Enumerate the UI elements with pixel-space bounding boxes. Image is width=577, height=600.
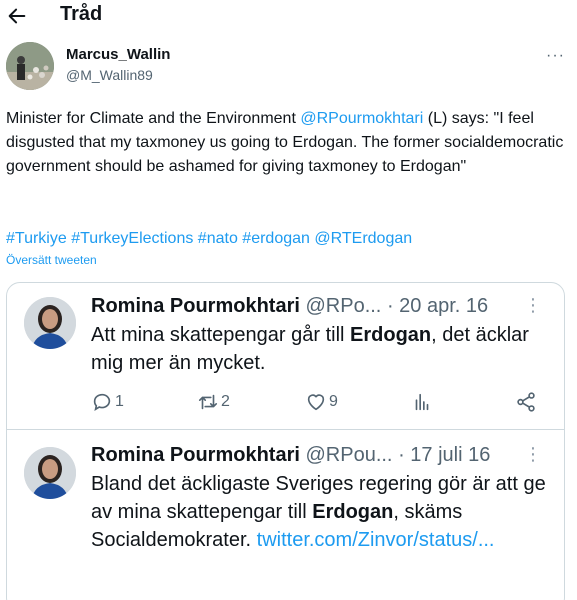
more-options-icon[interactable]: ⋮ (524, 444, 542, 465)
quoted-tweet-header: Romina Pourmokhtari @RPo... · 20 apr. 16 (91, 295, 488, 318)
quoted-tweet-header: Romina Pourmokhtari @RPou... · 17 juli 1… (91, 444, 490, 467)
more-options-icon[interactable]: ⋮ (524, 295, 542, 316)
quoted-tweet-link[interactable]: twitter.com/Zinvor/status/... (257, 529, 495, 551)
hashtag-link[interactable]: #erdogan (242, 230, 310, 247)
reply-count: 1 (115, 393, 124, 410)
quoted-text-bold: Erdogan (350, 324, 432, 346)
avatar[interactable] (6, 42, 54, 90)
reply-icon (93, 393, 111, 412)
quoted-tweets: Romina Pourmokhtari @RPo... · 20 apr. 16… (6, 282, 565, 600)
retweet-count: 2 (221, 393, 230, 410)
hashtag-link[interactable]: #TurkeyElections (71, 230, 193, 247)
hashtag-link[interactable]: #Turkiye (6, 230, 67, 247)
mention-link[interactable]: @RPourmokhtari (300, 110, 423, 127)
retweet-icon (198, 394, 218, 410)
tweet-text: Minister for Climate and the Environment… (6, 107, 572, 179)
tweet-author: Marcus_Wallin @M_Wallin89 ··· (6, 42, 571, 94)
quoted-tweet[interactable]: Romina Pourmokhtari @RPou... · 17 juli 1… (7, 430, 564, 600)
quoted-tweet[interactable]: Romina Pourmokhtari @RPo... · 20 apr. 16… (7, 283, 564, 430)
retweet-button[interactable]: 2 (197, 391, 230, 413)
reply-button[interactable]: 1 (91, 391, 124, 413)
tweet-text-prefix: Minister for Climate and the Environment (6, 110, 301, 127)
tweet-actions: 1 2 9 (91, 391, 541, 415)
author-name[interactable]: Marcus_Wallin (66, 46, 170, 63)
quoted-author-name[interactable]: Romina Pourmokhtari (91, 444, 300, 466)
page-title: Tråd (60, 3, 103, 25)
share-button[interactable] (515, 391, 537, 413)
share-icon (517, 392, 535, 412)
translate-tweet-link[interactable]: Översätt tweeten (6, 253, 97, 267)
author-handle[interactable]: @M_Wallin89 (66, 67, 153, 83)
analytics-icon (415, 393, 429, 411)
hashtag-link[interactable]: #nato (198, 230, 238, 247)
mention-link[interactable]: @RTErdogan (314, 230, 412, 247)
quoted-tweet-text: Bland det äckligaste Sveriges regering g… (91, 470, 551, 554)
avatar[interactable] (24, 447, 76, 499)
hashtag-list: #Turkiye #TurkeyElections #nato #erdogan… (6, 227, 572, 251)
like-count: 9 (329, 393, 338, 410)
avatar[interactable] (24, 297, 76, 349)
quoted-text-part: Att mina skattepengar går till (91, 324, 351, 346)
thread-header: Tråd (0, 0, 577, 34)
arrow-left-icon[interactable] (6, 5, 28, 27)
like-button[interactable]: 9 (305, 391, 338, 413)
quoted-tweet-date[interactable]: · 20 apr. 16 (387, 295, 488, 317)
quoted-tweet-date[interactable]: · 17 juli 16 (398, 444, 490, 466)
heart-icon (307, 394, 325, 411)
analytics-button[interactable] (411, 391, 433, 413)
quoted-author-name[interactable]: Romina Pourmokhtari (91, 295, 300, 317)
quoted-author-handle[interactable]: @RPo... (305, 295, 381, 317)
quoted-text-bold: Erdogan (312, 501, 394, 523)
more-options-icon[interactable]: ··· (546, 47, 565, 65)
quoted-author-handle[interactable]: @RPou... (305, 444, 392, 466)
quoted-tweet-text: Att mina skattepengar går till Erdogan, … (91, 321, 551, 377)
